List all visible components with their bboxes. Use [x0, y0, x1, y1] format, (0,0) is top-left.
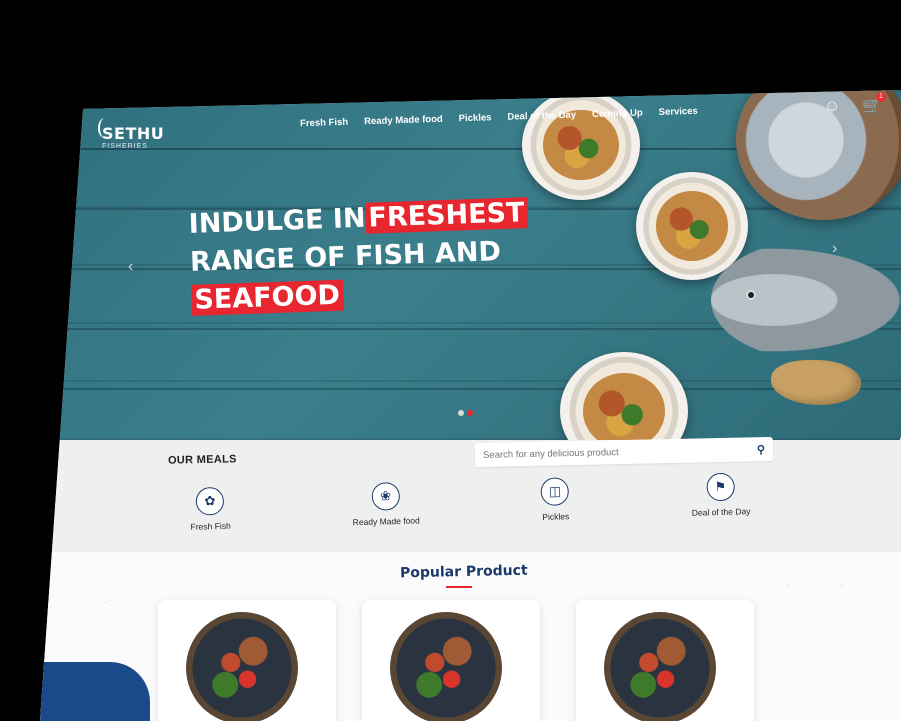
food-plate-image	[522, 90, 640, 200]
title-underline	[446, 586, 472, 588]
decorative-blue-shape	[40, 662, 150, 721]
carousel-dot-active[interactable]	[467, 410, 473, 416]
product-image	[604, 612, 716, 721]
jar-icon: ◫	[540, 477, 570, 507]
search-icon[interactable]: ⚲	[757, 443, 765, 456]
product-card[interactable]	[576, 600, 754, 721]
brand-logo[interactable]: SETHU FISHERIES	[98, 118, 164, 150]
nav-pickles[interactable]: Pickles	[459, 112, 492, 124]
headline-text: INDULGE IN	[188, 202, 367, 240]
popular-product-section: Popular Product	[40, 552, 901, 721]
fish-eye	[746, 290, 756, 300]
category-ready-made-food[interactable]: ❀ Ready Made food	[352, 481, 420, 527]
category-label: Deal of the Day	[691, 506, 751, 518]
carousel-dots	[458, 410, 473, 416]
product-image	[186, 612, 298, 721]
popular-title: Popular Product	[399, 562, 528, 582]
product-card[interactable]	[158, 600, 336, 721]
hero-banner: SETHU FISHERIES Fresh Fish Ready Made fo…	[40, 90, 901, 470]
header-icons: ☺ 🛒 1	[821, 92, 886, 118]
carousel-prev-icon[interactable]: ‹	[128, 258, 133, 276]
search-input[interactable]	[482, 443, 758, 461]
category-label: Ready Made food	[352, 515, 420, 528]
nav-deal-of-the-day[interactable]: Deal of the Day	[507, 110, 576, 123]
nav-fresh-fish[interactable]: Fresh Fish	[300, 117, 348, 130]
headline-highlight: SEAFOOD	[190, 279, 344, 316]
our-meals-section: OUR MEALS ⚲ ✿ Fresh Fish ❀ Ready Made fo…	[40, 436, 901, 552]
carousel-dot[interactable]	[458, 410, 464, 416]
meals-title: OUR MEALS	[167, 453, 237, 467]
website-screen: SETHU FISHERIES Fresh Fish Ready Made fo…	[40, 90, 901, 721]
nav-ready-made-food[interactable]: Ready Made food	[364, 114, 443, 127]
catfish-image	[711, 240, 901, 360]
search-bar: ⚲	[474, 436, 774, 468]
product-card[interactable]	[362, 600, 540, 721]
main-nav: Fresh Fish Ready Made food Pickles Deal …	[300, 106, 698, 129]
category-fresh-fish[interactable]: ✿ Fresh Fish	[189, 486, 231, 532]
nav-services[interactable]: Services	[659, 106, 698, 118]
nav-coming-up[interactable]: Coming Up	[592, 107, 643, 120]
category-label: Pickles	[542, 511, 570, 522]
cart-count-badge: 1	[876, 92, 886, 102]
brand-tagline: FISHERIES	[102, 143, 148, 150]
category-deal-of-the-day[interactable]: ⚑ Deal of the Day	[691, 472, 751, 518]
cart-icon[interactable]: 🛒 1	[861, 92, 886, 118]
category-pickles[interactable]: ◫ Pickles	[540, 477, 570, 522]
category-label: Fresh Fish	[190, 520, 231, 532]
ginger-image	[771, 360, 861, 405]
noodle-dish	[656, 191, 728, 261]
fish-logo-icon	[98, 118, 112, 138]
noodle-dish	[583, 373, 665, 449]
wood-plank	[40, 388, 901, 390]
food-icon: ❀	[371, 481, 400, 511]
hero-headline: INDULGE INFRESHEST RANGE OF FISH AND SEA…	[188, 194, 531, 320]
fish-icon: ✿	[195, 486, 225, 516]
carousel-next-icon[interactable]: ›	[832, 240, 837, 258]
category-list: ✿ Fresh Fish ❀ Ready Made food ◫ Pickles…	[189, 472, 751, 532]
headline-highlight: FRESHEST	[364, 197, 528, 234]
product-image	[390, 612, 502, 721]
user-icon[interactable]: ☺	[821, 96, 843, 118]
tag-icon: ⚑	[705, 472, 735, 502]
